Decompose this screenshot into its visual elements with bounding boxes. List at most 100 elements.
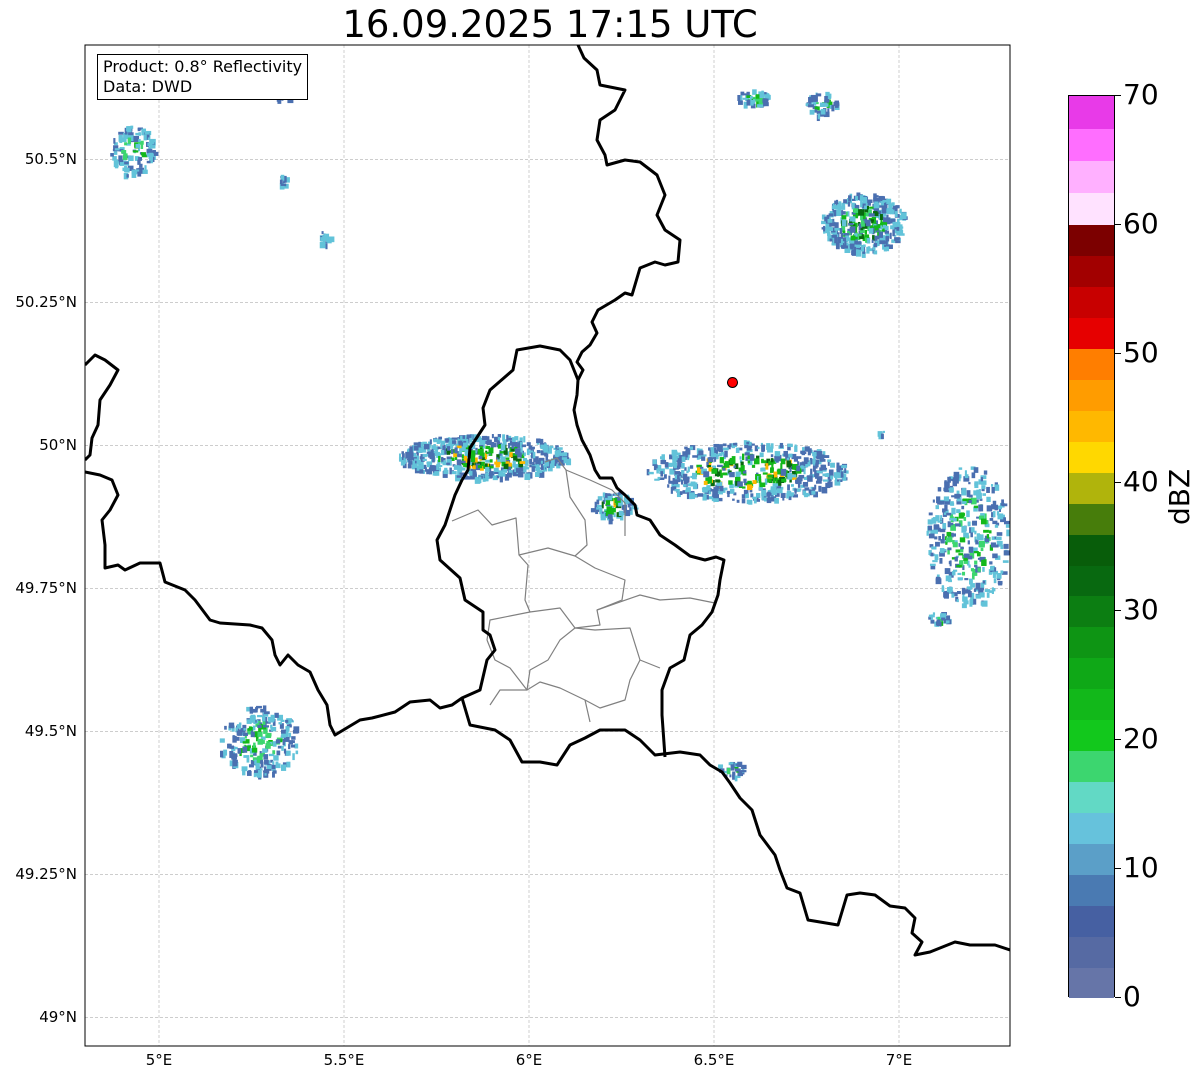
echo-cell [596,499,600,505]
colorbar-unit-label: dBZ [1163,468,1196,525]
colorbar-bin [1069,160,1114,194]
echo-cell [973,588,977,592]
echo-cell [811,490,816,495]
echo-cell [126,174,129,178]
echo-cell [151,141,155,145]
echo-cell [869,206,874,209]
echo-cell [900,212,907,220]
echo-cell [472,475,475,478]
echo-cell [928,533,935,539]
echo-cell [747,484,753,491]
echo-cell [964,578,969,581]
echo-cell [423,444,430,450]
echo-cell [713,494,720,499]
echo-cell [118,134,123,142]
echo-cell [810,468,813,475]
colorbar-bin [1069,286,1114,319]
echo-cell [726,490,730,494]
echo-cell [819,458,826,462]
echo-cell [540,466,544,470]
echo-cell [1000,503,1005,507]
echo-cell [780,468,787,476]
echo-cell [532,451,536,459]
echo-cell [835,242,840,250]
echo-cell [429,439,432,445]
echo-cell [946,531,952,537]
echo-cell [824,216,828,222]
echo-cell [827,93,832,99]
echo-cell [977,567,981,572]
echo-cell [809,109,815,115]
echo-cell [113,160,119,168]
echo-cell [451,471,457,475]
echo-cell [986,486,990,493]
colorbar-bin [1069,317,1114,350]
echo-cell [818,485,822,492]
echo-cell [947,476,951,483]
echo-cell [820,108,826,115]
echo-cell [867,199,873,204]
echo-cell [948,522,954,526]
echo-cell [606,493,611,496]
echo-cell [450,449,454,455]
echo-cell [470,456,476,463]
echo-cell [264,773,267,776]
echo-cell [849,226,856,233]
echo-cell [659,456,663,460]
echo-cell [232,762,238,767]
echo-cell [458,450,463,454]
echo-cell [246,706,251,712]
echo-cell [272,750,276,755]
echo-cell [266,732,272,737]
echo-cell [757,104,764,108]
echo-cell [968,482,971,485]
echo-cell [249,716,256,723]
echo-cell [121,150,127,154]
echo-cell [796,488,801,492]
echo-cell [729,488,735,494]
echo-cell [943,620,946,624]
echo-cell [865,237,868,243]
echo-cell [951,495,955,498]
echo-cell [125,167,130,173]
echo-cell [804,487,810,491]
echo-cell [485,466,490,472]
colorbar-tick [1115,997,1121,998]
echo-cell [822,479,829,482]
echo-cell [440,444,443,449]
echo-cell [515,468,522,473]
echo-cell [741,498,746,504]
echo-cell [290,744,296,748]
echo-cell [767,474,774,478]
echo-cell [963,589,969,594]
echo-cell [888,203,893,210]
echo-cell [720,452,725,455]
echo-cell [523,436,526,443]
colorbar-bin [1069,967,1114,999]
echo-cell [833,472,840,478]
echo-cell [285,731,289,736]
echo-cell [275,739,281,744]
colorbar-bin [1069,503,1114,535]
echo-cell [746,499,750,505]
echo-cell [150,145,156,148]
echo-cell [229,745,235,749]
echo-cell [695,494,698,498]
echo-cell [928,614,935,618]
echo-cell [954,493,960,499]
echo-cell [941,617,946,621]
echo-cell [621,504,627,510]
echo-cell [486,436,490,441]
echo-cell [272,770,277,774]
colorbar-tick-label: 40 [1123,464,1159,498]
echo-cell [798,474,805,479]
colorbar-tick-label: 0 [1123,980,1141,1013]
echo-cell [939,558,943,564]
echo-cell [737,481,743,487]
echo-cell [862,197,868,204]
echo-cell [962,487,966,491]
echo-cell [795,479,798,484]
echo-cell [253,742,256,749]
echo-cell [833,101,840,107]
echo-cell [747,460,751,464]
